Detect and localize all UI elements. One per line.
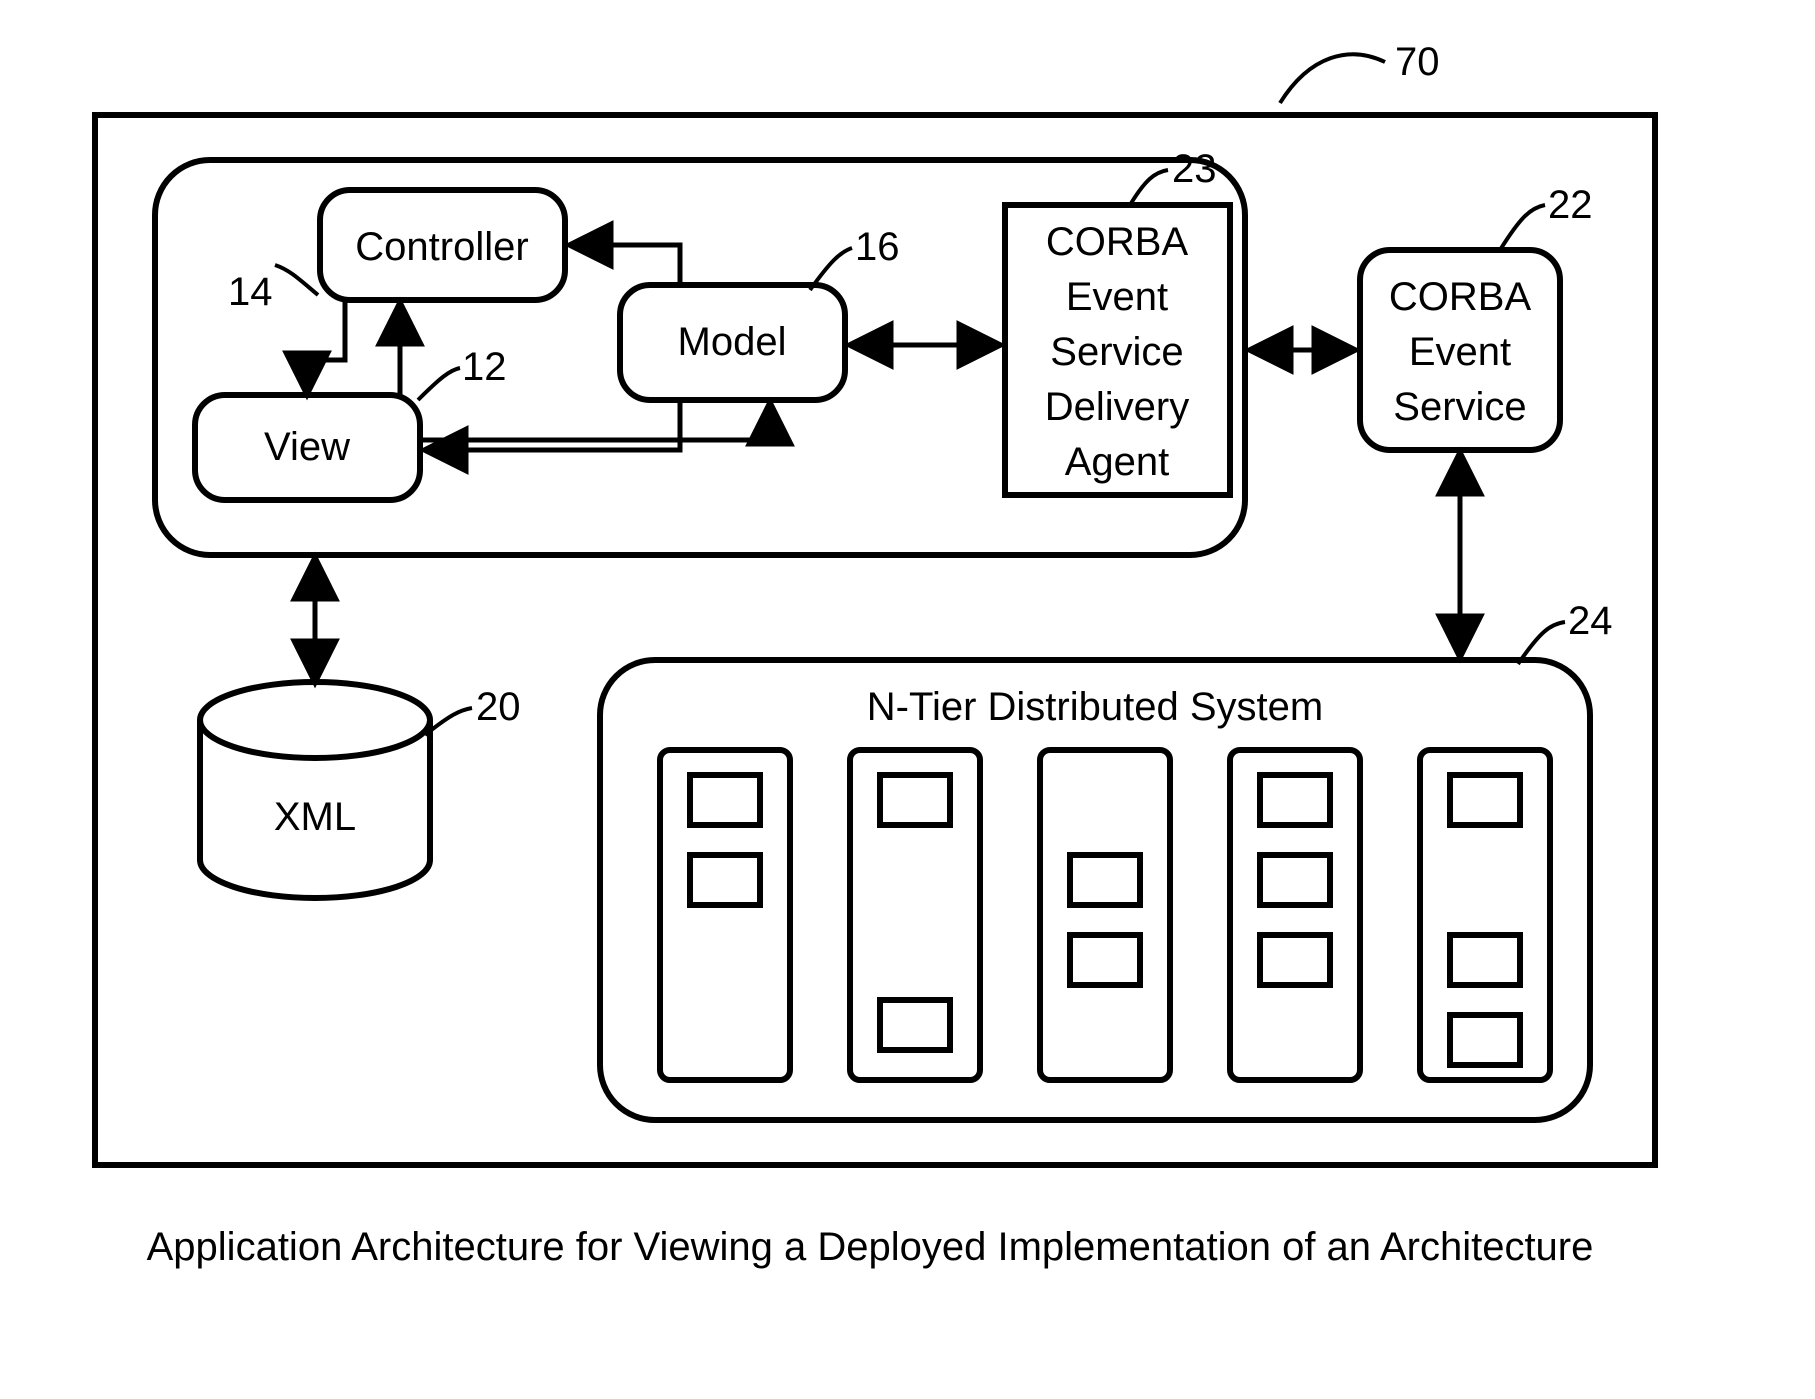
model-label: Model <box>678 320 787 364</box>
agent-l1: CORBA <box>1046 220 1189 264</box>
xml-label: XML <box>274 795 356 839</box>
ntier-title: N-Tier Distributed System <box>867 685 1323 729</box>
agent-l5: Agent <box>1065 440 1170 484</box>
ref-20: 20 <box>476 685 521 729</box>
agent-l3: Service <box>1050 330 1183 374</box>
agent-l4: Delivery <box>1045 385 1189 429</box>
event-service-l2: Event <box>1409 330 1511 374</box>
view-label: View <box>264 425 350 469</box>
xml-cylinder: XML <box>200 682 430 898</box>
arrow-controller-to-view <box>307 300 345 392</box>
ref-12: 12 <box>462 345 507 389</box>
arrow-view-to-model <box>420 405 770 440</box>
ntier-container <box>600 660 1590 1120</box>
ref-leader-23 <box>1130 170 1168 205</box>
event-service-l1: CORBA <box>1389 275 1532 319</box>
ref-leader-16 <box>810 248 852 290</box>
architecture-diagram: 70 Controller 14 View 12 Model 16 CORBA … <box>0 0 1815 1399</box>
ref-14: 14 <box>228 270 273 314</box>
ref-leader-12 <box>418 368 460 400</box>
diagram-caption: Application Architecture for Viewing a D… <box>147 1225 1594 1269</box>
ref-22: 22 <box>1548 183 1593 227</box>
controller-label: Controller <box>355 225 528 269</box>
ref-23: 23 <box>1172 147 1217 191</box>
agent-l2: Event <box>1066 275 1168 319</box>
ref-70: 70 <box>1395 40 1440 84</box>
ref-leader-22 <box>1500 205 1545 250</box>
ref-leader-70 <box>1280 54 1385 103</box>
event-service-l3: Service <box>1393 385 1526 429</box>
arrow-model-to-controller <box>572 245 680 285</box>
ntier-towers <box>660 750 1550 1080</box>
ref-leader-14 <box>275 265 318 295</box>
ref-16: 16 <box>855 225 900 269</box>
ref-24: 24 <box>1568 599 1613 643</box>
